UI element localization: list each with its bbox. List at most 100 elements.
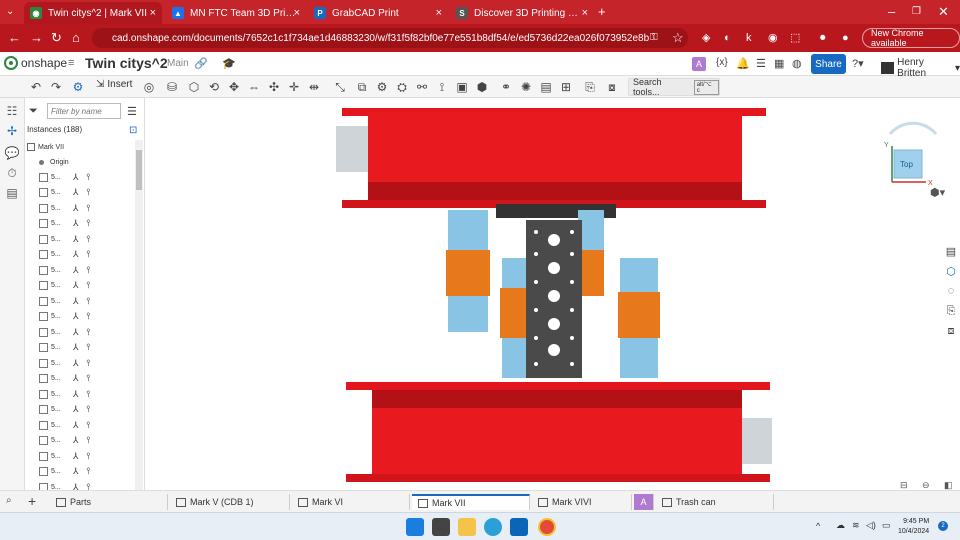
mate-connector-list-icon[interactable]: ✢	[5, 124, 19, 138]
list-item[interactable]: 5... ⅄ ⫯	[39, 418, 90, 432]
extension-icon[interactable]: ◉	[768, 30, 778, 46]
forward-icon[interactable]: →	[30, 30, 43, 46]
view-options-cube-icon[interactable]: ⬢▾	[930, 186, 945, 199]
chrome-icon[interactable]	[538, 518, 556, 536]
cylindrical-mate-icon[interactable]: ✣	[266, 79, 282, 95]
extension-icon[interactable]: ◐	[724, 30, 731, 46]
list-item[interactable]: 5... ⅄ ⫯	[39, 170, 90, 184]
relation-icon[interactable]: ⚙	[374, 79, 390, 95]
history-icon[interactable]: ⏱	[5, 166, 19, 180]
tab-manager-icon[interactable]: ⌕	[6, 495, 12, 506]
profile-avatar-icon[interactable]: ●	[842, 30, 849, 46]
volume-icon[interactable]: ◁)	[866, 520, 876, 531]
slider-mate-icon[interactable]: ✥	[226, 79, 242, 95]
key-icon[interactable]: ⚿	[650, 30, 658, 46]
link-icon[interactable]: 🔗	[194, 57, 208, 70]
app-badge[interactable]: A	[692, 57, 706, 71]
rack-pinion-icon[interactable]: ⚯	[414, 79, 430, 95]
close-icon[interactable]: ×	[294, 7, 300, 19]
mate-connector-icon[interactable]: ⛁	[164, 79, 180, 95]
menu-icon[interactable]: ≡	[68, 57, 74, 69]
explode-icon[interactable]: ✺	[518, 79, 534, 95]
list-item[interactable]: 5... ⅄ ⫯	[39, 372, 90, 386]
tab-discover-3d[interactable]: S Discover 3D Printing World - Te ×	[450, 2, 594, 24]
share-button[interactable]: Share	[811, 54, 846, 74]
bookmark-star-icon[interactable]: ☆	[672, 30, 684, 46]
tab-mark-vii[interactable]: Mark VII	[412, 494, 530, 510]
onshape-logo[interactable]: onshape	[4, 56, 67, 70]
branch-label[interactable]: Main	[167, 58, 189, 69]
feature-list-icon[interactable]: ☷	[5, 104, 19, 118]
create-folder-icon[interactable]: ⊡	[129, 125, 137, 136]
replicate-icon[interactable]: ◎	[141, 79, 157, 95]
new-tab-icon[interactable]: +	[598, 4, 606, 20]
tab-app-a[interactable]: A	[634, 494, 654, 510]
revolute-mate-icon[interactable]: ⟲	[206, 79, 222, 95]
list-item[interactable]: 5... ⅄ ⫯	[39, 465, 90, 479]
redo-icon[interactable]: ↷	[48, 79, 64, 95]
list-item[interactable]: 5... ⅄ ⫯	[39, 186, 90, 200]
planar-mate-icon[interactable]: ⇔	[246, 79, 262, 95]
minimize-icon[interactable]: –	[888, 4, 895, 20]
add-tab-icon[interactable]: +	[28, 493, 36, 509]
graphics-viewport[interactable]: Top Y X ⬢▾ ⊟ ⊖ ◧	[146, 98, 960, 490]
variables-icon[interactable]: {x}	[716, 57, 728, 68]
tray-chevron-up-icon[interactable]: ^	[816, 521, 820, 531]
appstore-icon[interactable]: ◍	[792, 57, 802, 70]
learning-center-icon[interactable]: 🎓	[222, 57, 236, 70]
comments-icon[interactable]: 💬	[5, 146, 20, 160]
document-list-icon[interactable]: ☰	[756, 57, 766, 70]
system-clock[interactable]: 9:45 PM 10/4/2024	[898, 517, 929, 537]
list-item[interactable]: 5... ⅄ ⫯	[39, 325, 90, 339]
close-icon[interactable]: ×	[150, 7, 156, 19]
list-item[interactable]: 5... ⅄ ⫯	[39, 387, 90, 401]
gear-relation-icon[interactable]: ⛭	[394, 79, 410, 95]
reload-icon[interactable]: ↻	[51, 30, 62, 46]
properties-icon[interactable]: ▤	[5, 186, 19, 200]
fastened-mate-icon[interactable]: ⬡	[186, 79, 202, 95]
notifications-bell-icon[interactable]: 🔔	[736, 57, 750, 70]
tab-twin-citys[interactable]: ◉ Twin citys^2 | Mark VII ×	[24, 2, 162, 24]
zoom-window-icon[interactable]: ⊖	[922, 480, 930, 490]
view-cube[interactable]: Top Y X	[882, 114, 944, 194]
restore-icon[interactable]: ❐	[912, 4, 921, 20]
extensions-puzzle-icon[interactable]: ⬚	[790, 30, 800, 46]
tab-grabcad[interactable]: P GrabCAD Print ×	[308, 2, 448, 24]
list-item[interactable]: 5... ⅄ ⫯	[39, 217, 90, 231]
tab-mark-v[interactable]: Mark V (CDB 1)	[170, 494, 290, 510]
battery-icon[interactable]: ▭	[882, 520, 891, 531]
list-item[interactable]: 5... ⅄ ⫯	[39, 341, 90, 355]
tab-mark-vivi[interactable]: Mark VIVI	[532, 494, 632, 510]
record-icon[interactable]: ⏺	[820, 30, 826, 46]
filter-by-name-input[interactable]	[47, 103, 121, 119]
panel-scrollbar[interactable]	[135, 140, 143, 490]
edge-browser-icon[interactable]	[484, 518, 502, 536]
tab-parts[interactable]: Parts	[50, 494, 168, 510]
windows-start-icon[interactable]	[406, 518, 424, 536]
apps-grid-icon[interactable]: ▦	[774, 57, 784, 70]
wifi-icon[interactable]: ≋	[852, 520, 860, 531]
extension-icon[interactable]: k	[746, 30, 752, 46]
tree-root[interactable]: Mark VII	[27, 140, 64, 154]
home-icon[interactable]: ⌂	[72, 30, 80, 46]
notification-count-badge[interactable]: 2	[938, 521, 948, 531]
simulation-icon[interactable]: ⧈	[944, 324, 958, 338]
back-icon[interactable]: ←	[8, 30, 21, 46]
list-item[interactable]: 5... ⅄ ⫯	[39, 449, 90, 463]
tab-mark-vi[interactable]: Mark VI	[292, 494, 410, 510]
display-options-icon[interactable]: ◧	[944, 480, 953, 490]
task-view-icon[interactable]	[432, 518, 450, 536]
help-icon[interactable]: ?▾	[852, 57, 864, 70]
filter-icon[interactable]: ⏷	[29, 105, 38, 118]
list-item[interactable]: 5... ⅄ ⫯	[39, 248, 90, 262]
undo-icon[interactable]: ↶	[28, 79, 44, 95]
list-item[interactable]: 5... ⅄ ⫯	[39, 201, 90, 215]
ball-mate-icon[interactable]: ⇹	[306, 79, 322, 95]
tree-origin[interactable]: Origin	[39, 155, 69, 169]
appearance-panel-icon[interactable]: ▤	[944, 244, 958, 258]
linear-relation-icon[interactable]: ▣	[454, 79, 470, 95]
list-item[interactable]: 5... ⅄ ⫯	[39, 310, 90, 324]
list-item[interactable]: 5... ⅄ ⫯	[39, 263, 90, 277]
tangent-mate-icon[interactable]: ⤡	[332, 79, 348, 95]
insert-button[interactable]: ⇲ Insert	[96, 79, 132, 90]
